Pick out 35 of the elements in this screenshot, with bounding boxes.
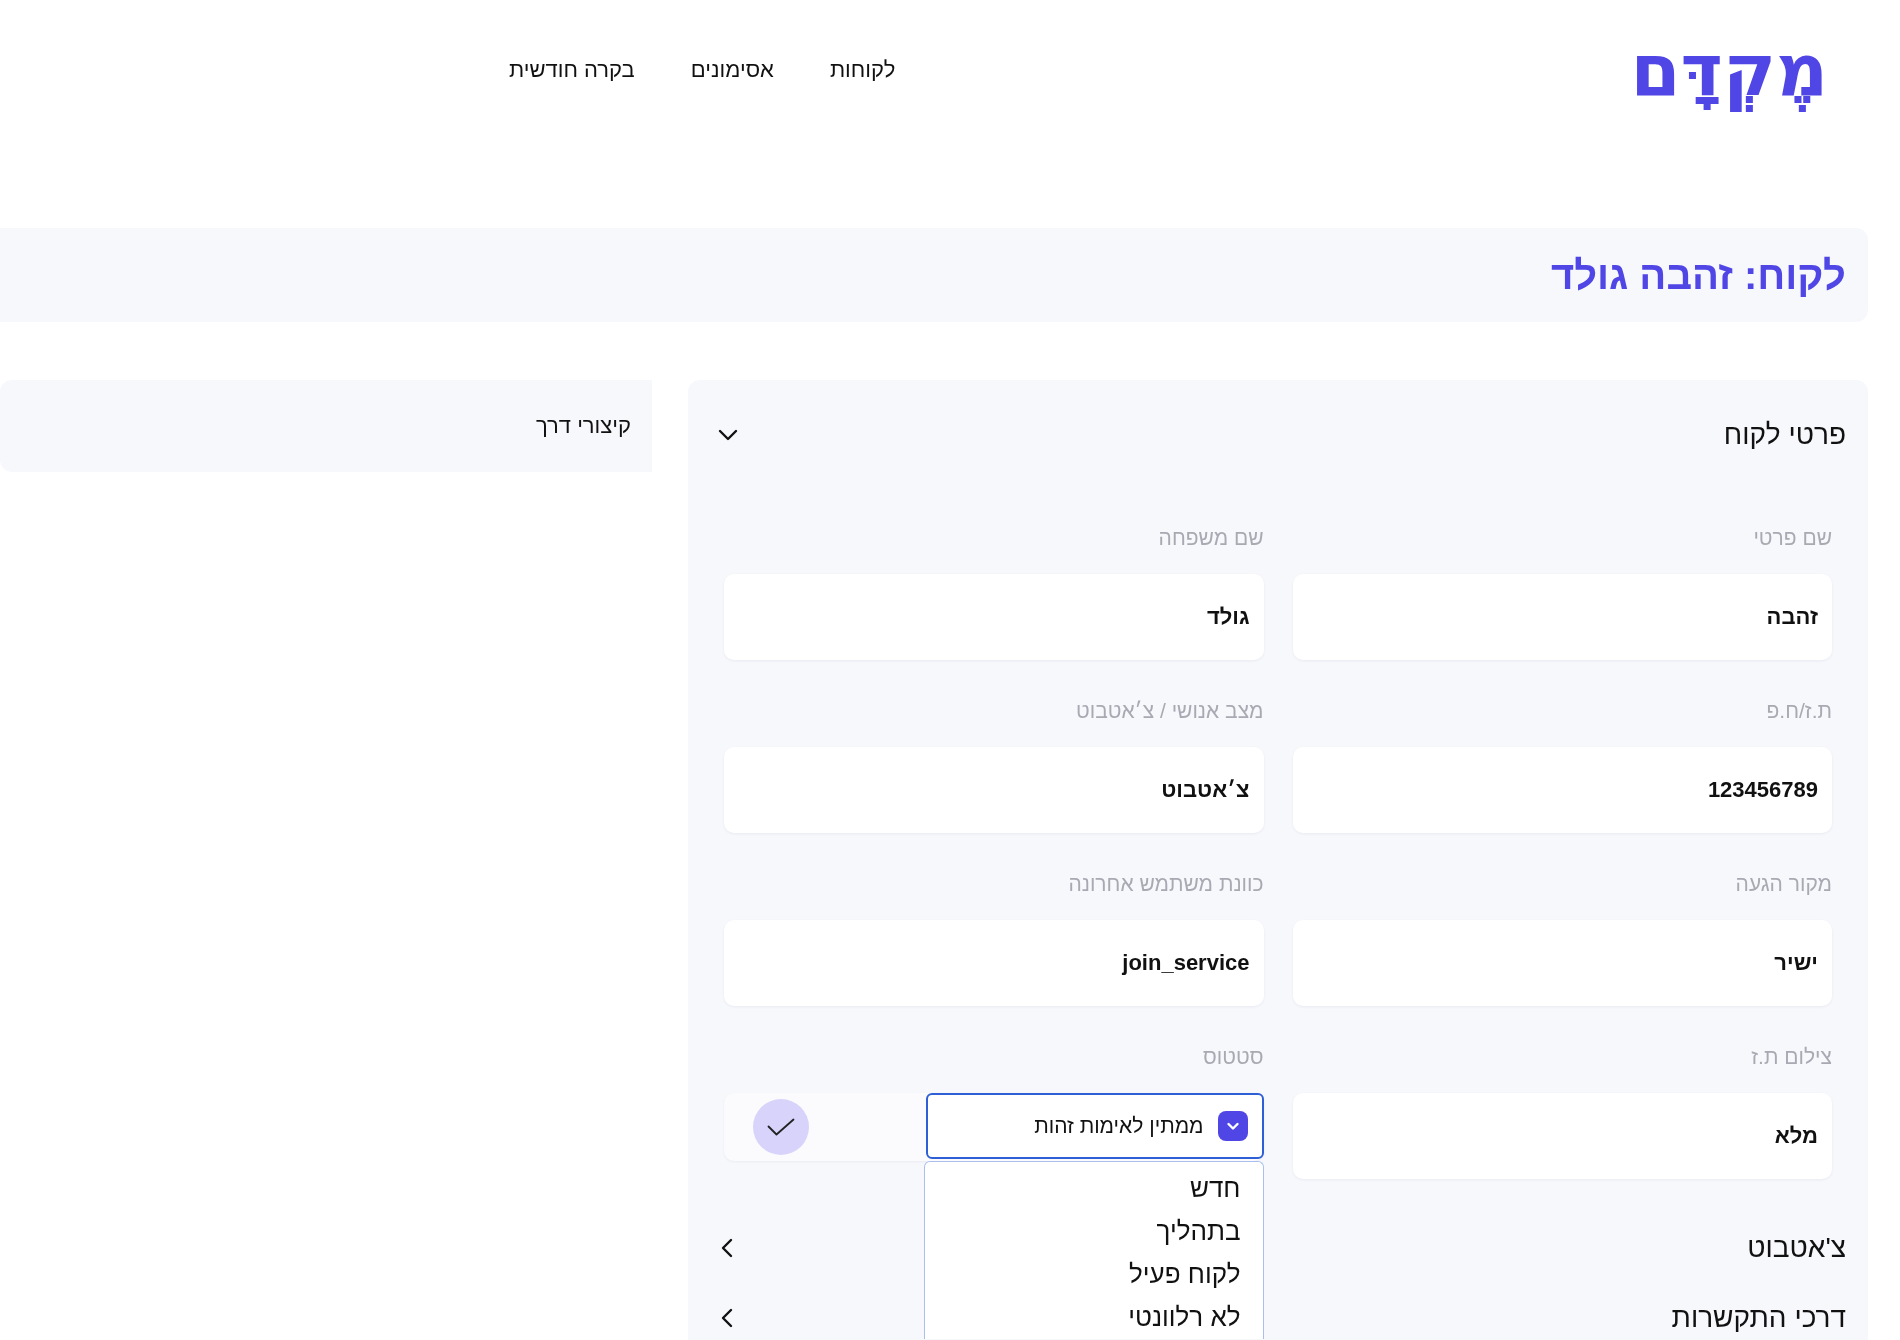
field-label: כוונת משתמש אחרונה: [1068, 871, 1264, 897]
section-title: דרכי התקשרות: [1671, 1302, 1846, 1334]
field-label: שם משפחה: [1158, 525, 1264, 551]
field-label: ת.ז/ח.פ: [1766, 698, 1832, 724]
dropdown-option[interactable]: חדש: [924, 1167, 1263, 1210]
section-title: צ'אטבוט: [1747, 1232, 1846, 1264]
field-label: מצב אנושי / צ׳אטבוט: [1076, 698, 1264, 724]
logo: מֶקְדָּם: [1630, 28, 1828, 112]
input-field[interactable]: ישיר: [1292, 920, 1832, 1006]
status-select[interactable]: ממתין לאימות זהות: [925, 1093, 1264, 1159]
input-field[interactable]: join_service: [724, 920, 1264, 1006]
input-field[interactable]: צ׳אטבוט: [724, 747, 1264, 833]
nav-link[interactable]: אסימונים: [690, 57, 774, 83]
input-field[interactable]: זהבה: [1292, 574, 1832, 660]
shortcuts-title: קיצורי דרך: [536, 413, 631, 439]
field-label: סטטוס: [1203, 1044, 1264, 1070]
check-icon: [767, 1118, 795, 1136]
input-field[interactable]: מלא: [1292, 1093, 1832, 1179]
nav-link[interactable]: בקרה חודשית: [509, 57, 635, 83]
chevron-left-icon[interactable]: [721, 1308, 733, 1328]
chevron-down-icon[interactable]: [718, 429, 738, 441]
dropdown-option[interactable]: לא רלוונטי: [924, 1296, 1263, 1339]
field-label: צילום ת.ז: [1751, 1044, 1832, 1070]
input-field[interactable]: 123456789: [1292, 747, 1832, 833]
chevron-down-icon: [1217, 1111, 1248, 1141]
field-label: שם פרטי: [1753, 525, 1832, 551]
page-title: לקוח: זהבה גולד: [1550, 252, 1846, 298]
nav-link[interactable]: לקוחות: [829, 57, 896, 83]
confirm-button[interactable]: [753, 1099, 809, 1155]
field-label: מקור הגעה: [1735, 871, 1832, 897]
chevron-left-icon[interactable]: [721, 1238, 733, 1258]
dropdown-option[interactable]: בתהליך: [924, 1210, 1263, 1253]
section-title: פרטי לקוח: [1723, 419, 1846, 451]
input-field[interactable]: גולד: [724, 574, 1264, 660]
dropdown-option[interactable]: לקוח פעיל: [924, 1253, 1263, 1296]
